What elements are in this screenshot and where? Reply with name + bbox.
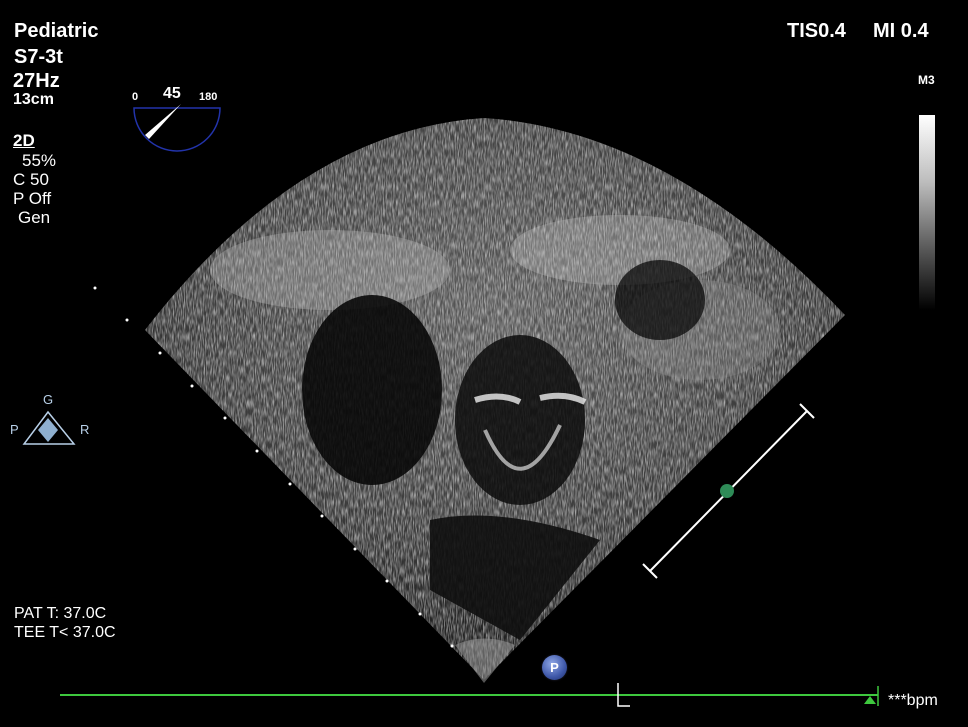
angle-max-label: 180 (199, 91, 218, 103)
gray-map-label: M3 (918, 73, 935, 87)
probe-model-label: S7-3t (14, 46, 63, 68)
orientation-left-label: P (10, 422, 19, 437)
frame-rate-label: 27Hz (13, 70, 60, 92)
tis-index: TIS0.4 (787, 20, 846, 42)
persistence-label: P Off (13, 189, 52, 208)
ecg-trace (60, 683, 879, 707)
echo-sector-image (22, 104, 879, 707)
depth-label: 13cm (13, 91, 54, 108)
probe-angle-dial (133, 104, 221, 152)
compress-label: C 50 (13, 170, 49, 189)
aortic-valve-chamber (455, 335, 585, 505)
angle-value-label: 45 (163, 85, 181, 102)
angle-min-label: 0 (132, 91, 139, 103)
orientation-icon (22, 410, 76, 445)
gain-label: 55% (22, 151, 57, 170)
imaging-mode-label: 2D (13, 131, 35, 150)
orientation-top-label: G (43, 392, 54, 407)
heart-rate-label: ***bpm (888, 692, 938, 709)
mi-index: MI 0.4 (873, 20, 929, 42)
orientation-right-label: R (80, 422, 90, 437)
frequency-label: Gen (18, 208, 51, 227)
left-atrium-chamber (302, 295, 442, 485)
focus-marker[interactable] (720, 484, 734, 498)
preset-label: Pediatric (14, 20, 99, 42)
tee-temperature: TEE T< 37.0C (14, 624, 116, 641)
patient-temperature: PAT T: 37.0C (14, 605, 107, 622)
grayscale-bar (919, 115, 935, 310)
p-button[interactable]: P (542, 655, 567, 680)
